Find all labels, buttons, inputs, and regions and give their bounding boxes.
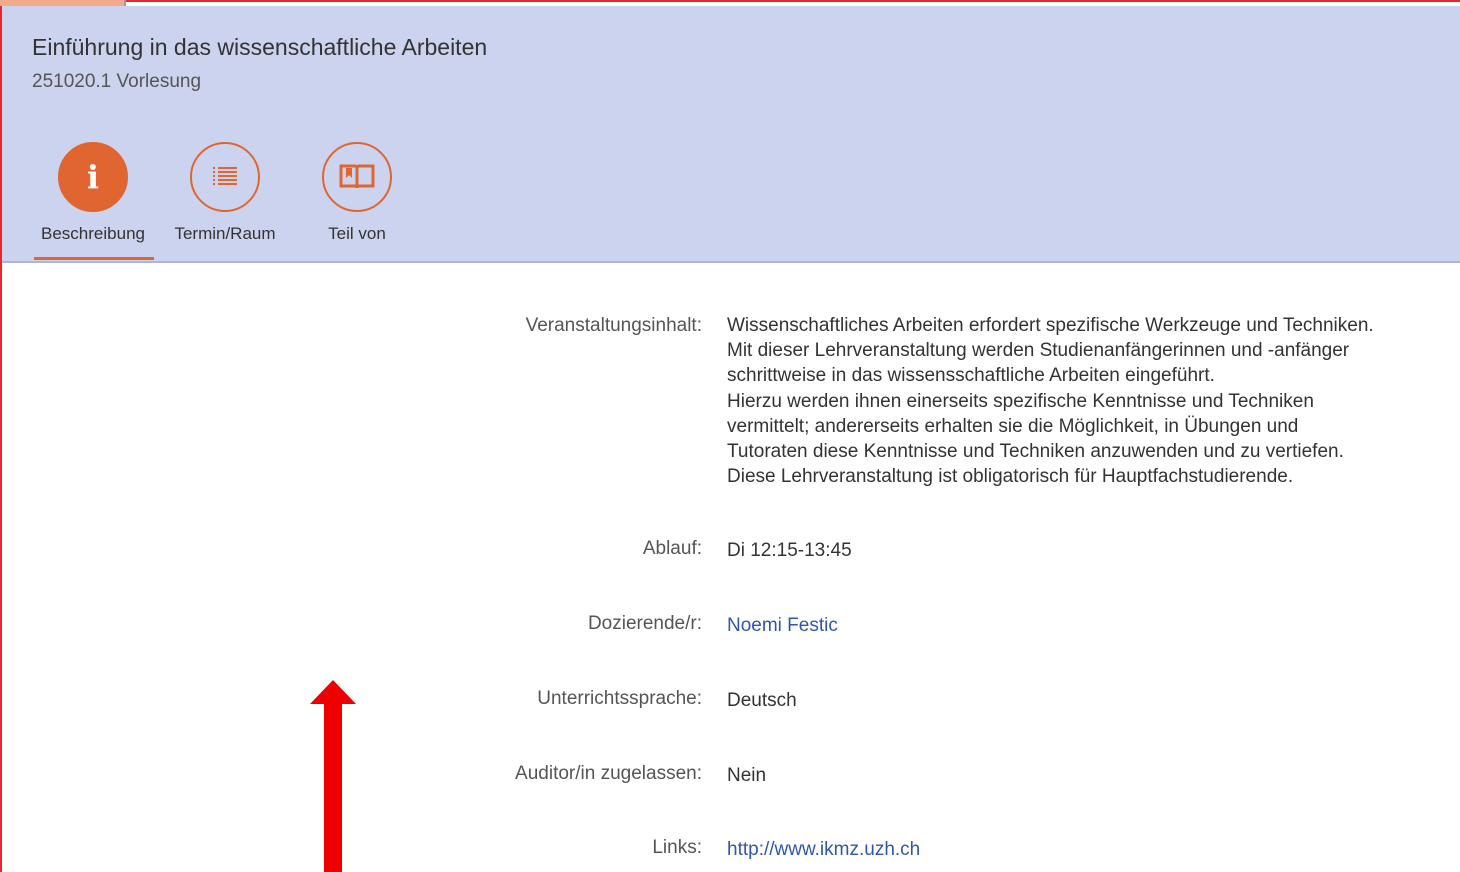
- page-title: Einführung in das wissenschaftliche Arbe…: [32, 34, 488, 60]
- info-icon: i: [58, 142, 128, 212]
- links-label: Links:: [652, 837, 702, 858]
- language-value: Deutsch: [727, 690, 797, 711]
- annotation-arrow-icon: [310, 680, 356, 872]
- list-icon: [190, 142, 260, 212]
- content-line: Tutoraten diese Kenntnisse und Techniken…: [727, 441, 1344, 463]
- tab-label: Teil von: [328, 224, 386, 243]
- tab-teil-von[interactable]: Teil von: [298, 142, 418, 262]
- website-link[interactable]: http://www.ikmz.uzh.ch: [727, 839, 920, 860]
- tab-termin-raum[interactable]: Termin/Raum: [166, 142, 286, 262]
- content-value: Wissenschaftliches Arbeiten erfordert sp…: [727, 313, 1452, 489]
- content-line: Wissenschaftliches Arbeiten erfordert sp…: [727, 315, 1374, 336]
- content-line: vermittelt; andererseits erhalten sie di…: [727, 415, 1299, 437]
- content-line: Mit dieser Lehrveranstaltung werden Stud…: [727, 340, 1350, 362]
- course-header: Einführung in das wissenschaftliche Arbe…: [2, 6, 1460, 263]
- schedule-label: Ablauf:: [642, 538, 702, 559]
- lecturer-value: Noemi Festic: [727, 613, 1452, 638]
- content-label: Veranstaltungsinhalt:: [525, 315, 702, 336]
- lecturer-link[interactable]: Noemi Festic: [727, 615, 838, 636]
- course-subtitle: 251020.1 Vorlesung: [32, 71, 202, 92]
- auditor-label: Auditor/in zugelassen:: [515, 763, 702, 784]
- tab-beschreibung[interactable]: i Beschreibung: [34, 142, 154, 262]
- active-tab-indicator: [34, 257, 154, 260]
- tab-label: Beschreibung: [41, 224, 145, 243]
- content-line: Hierzu werden ihnen einerseits spezifisc…: [727, 390, 1314, 412]
- content-line: schrittweise in das wissensschaftliche A…: [727, 365, 1215, 387]
- language-label: Unterrichtssprache:: [537, 688, 702, 709]
- content-line: Diese Lehrveranstaltung ist obligatorisc…: [727, 466, 1294, 488]
- links-value: http://www.ikmz.uzh.ch: [727, 837, 1452, 862]
- book-icon: [322, 142, 392, 212]
- auditor-value: Nein: [727, 765, 767, 786]
- tab-label: Termin/Raum: [174, 224, 276, 243]
- schedule-value: Di 12:15-13:45: [727, 540, 852, 561]
- lecturer-label: Dozierende/r:: [587, 613, 702, 634]
